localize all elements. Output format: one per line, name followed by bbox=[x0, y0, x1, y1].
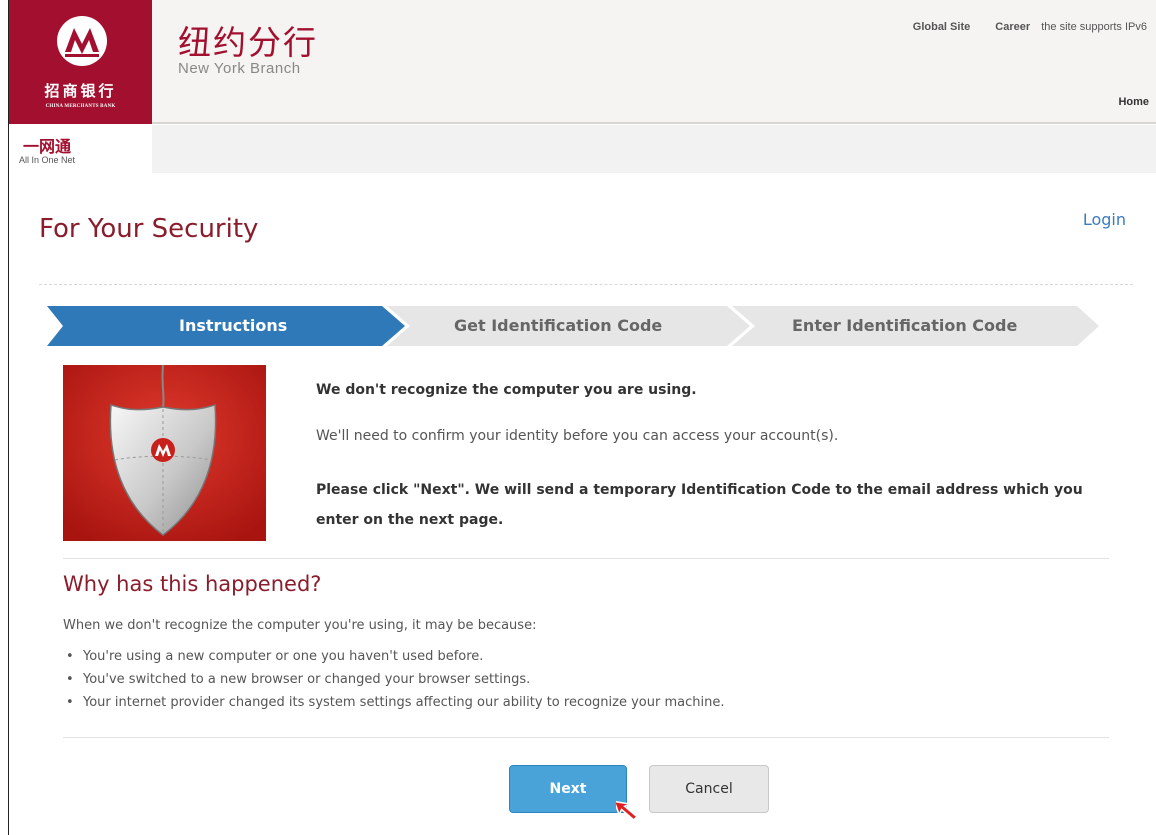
aio-label-cn: 一网通 bbox=[23, 137, 72, 156]
global-site-link[interactable]: Global Site bbox=[913, 21, 970, 33]
why-section-title: Why has this happened? bbox=[63, 572, 322, 596]
unrecognized-computer-message: We don't recognize the computer you are … bbox=[316, 382, 697, 398]
reason-text: You're using a new computer or one you h… bbox=[83, 649, 484, 664]
career-link[interactable]: Career bbox=[995, 21, 1030, 33]
top-links: Global Site Career the site supports IPv… bbox=[891, 21, 1147, 33]
list-item: • You're using a new computer or one you … bbox=[66, 649, 484, 664]
progress-steps: Instructions Get Identification Code Ent… bbox=[47, 306, 1107, 346]
page-frame: 招商银行 CHINA MERCHANTS BANK 纽约分行 New York … bbox=[8, 0, 1156, 835]
step-instructions: Instructions bbox=[179, 316, 288, 335]
subheader: 一网通 All In One Net bbox=[9, 125, 1156, 173]
list-item: • Your internet provider changed its syst… bbox=[66, 695, 725, 710]
security-shield-image bbox=[63, 365, 266, 541]
step-get-code: Get Identification Code bbox=[454, 316, 663, 335]
security-shield-icon bbox=[63, 365, 266, 541]
aio-label-en: All In One Net bbox=[19, 155, 76, 165]
next-button[interactable]: Next bbox=[509, 765, 627, 813]
confirm-identity-message: We'll need to confirm your identity befo… bbox=[316, 428, 839, 444]
step-enter-code: Enter Identification Code bbox=[792, 316, 1018, 335]
divider bbox=[63, 737, 1109, 738]
bank-logo[interactable]: 招商银行 CHINA MERCHANTS BANK bbox=[9, 0, 152, 124]
divider bbox=[63, 558, 1109, 559]
cancel-button[interactable]: Cancel bbox=[649, 765, 769, 813]
cmb-logo-icon bbox=[57, 16, 107, 66]
reason-text: You've switched to a new browser or chan… bbox=[83, 672, 531, 687]
bank-name-en: CHINA MERCHANTS BANK bbox=[45, 104, 116, 109]
next-instruction-message: Please click "Next". We will send a temp… bbox=[316, 482, 1083, 528]
bank-name-cn: 招商银行 bbox=[44, 82, 117, 100]
branch-name-cn: 纽约分行 bbox=[178, 23, 318, 62]
divider bbox=[39, 284, 1133, 285]
home-link[interactable]: Home bbox=[1118, 96, 1149, 108]
login-link[interactable]: Login bbox=[1083, 210, 1126, 229]
all-in-one-net-logo[interactable]: 一网通 All In One Net bbox=[9, 125, 152, 173]
reason-text: Your internet provider changed its syste… bbox=[83, 695, 725, 710]
header: 纽约分行 New York Branch Global Site Career … bbox=[152, 0, 1156, 124]
ipv6-notice: the site supports IPv6 bbox=[1041, 21, 1147, 33]
branch-name-en: New York Branch bbox=[178, 60, 301, 77]
list-item: • You've switched to a new browser or cha… bbox=[66, 672, 531, 687]
mouse-cursor-icon bbox=[613, 796, 642, 830]
page-title: For Your Security bbox=[39, 214, 259, 244]
reasons-list: • You're using a new computer or one you … bbox=[63, 645, 724, 714]
why-intro-text: When we don't recognize the computer you… bbox=[63, 618, 537, 633]
